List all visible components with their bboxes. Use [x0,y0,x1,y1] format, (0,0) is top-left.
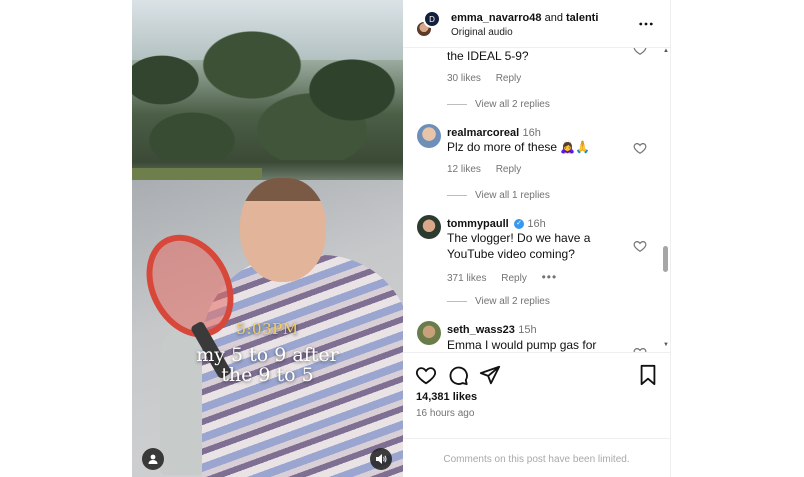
scroll-down-arrow-icon[interactable]: ▼ [662,342,670,348]
comments-limited-notice: Comments on this post have been limited. [403,438,670,477]
paper-plane-icon [479,365,501,385]
view-replies-link[interactable]: View all 2 replies [447,296,550,307]
video-caption-line-1: my 5 to 9 after [196,344,339,366]
heart-icon [633,241,647,252]
comment-text: Emma I would pump gas for [447,338,597,352]
comment-time: 15h [518,324,537,336]
avatar-realmarcoreal[interactable] [417,124,441,148]
comment-username[interactable]: realmarcoreal [447,127,519,139]
avatar-seth-wass23[interactable] [417,321,441,345]
comment-likes[interactable]: 371 likes [447,273,486,284]
avatar-tommypaull[interactable] [417,215,441,239]
comment-meta: 30 likes Reply [447,73,533,84]
comment-header: seth_wass23 15h [447,321,537,338]
replies-dash [447,104,467,105]
comment-like-button[interactable] [633,48,647,56]
comment-like-button[interactable] [633,239,647,253]
audio-toggle-button[interactable] [370,448,392,470]
avatar-talenti[interactable]: D [423,10,441,28]
view-replies-link[interactable]: View all 1 replies [447,190,550,201]
comment-reply-link[interactable]: Reply [496,164,522,175]
audio-link[interactable]: Original audio [451,27,513,38]
post-timestamp[interactable]: 16 hours ago [416,408,474,419]
view-replies-label: View all 1 replies [475,190,550,201]
comments-list[interactable]: the IDEAL 5-9? 30 likes Reply View all 2… [403,48,670,352]
author-and: and [544,12,563,24]
comment-button[interactable] [447,364,469,386]
heart-icon [633,143,647,154]
comment-username[interactable]: seth_wass23 [447,324,515,336]
speaker-icon [376,454,387,464]
verified-badge-icon: ✓ [514,218,525,229]
video-person-face [240,178,326,282]
person-icon [148,454,158,464]
replies-dash [447,301,467,302]
video-trees [132,20,403,160]
comment-text: Plz do more of these 🙇‍♀️🙏 [447,140,591,154]
video-caption-time: 5:03PM [236,320,299,338]
like-button[interactable] [415,364,437,386]
collaborator-username[interactable]: talenti [566,12,598,24]
comment-text-line-2: YouTube video coming? [447,247,575,261]
author-username[interactable]: emma_navarro48 [451,12,542,24]
comment-likes[interactable]: 12 likes [447,164,481,175]
comment-likes[interactable]: 30 likes [447,73,481,84]
scroll-thumb[interactable] [663,246,668,272]
replies-dash [447,195,467,196]
comment-meta: 371 likes Reply ••• [447,270,569,284]
comment-reply-link[interactable]: Reply [496,73,522,84]
more-dots-icon [639,22,653,26]
comment-text-line-1: The vlogger! Do we have a [447,231,591,245]
comment-text: the IDEAL 5-9? [447,49,529,63]
view-replies-link[interactable]: View all 2 replies [447,99,550,110]
comments-scrollbar[interactable]: ▲ ▼ [662,48,670,352]
more-options-button[interactable] [636,14,656,34]
scroll-up-arrow-icon[interactable]: ▲ [662,48,670,54]
post-likes-count[interactable]: 14,381 likes [416,391,477,403]
comment-time: 16h [522,127,541,139]
comment-meta: 12 likes Reply [447,164,533,175]
comment-more-button[interactable]: ••• [542,270,558,284]
comment-like-button[interactable] [633,141,647,155]
post-actions: 14,381 likes 16 hours ago [403,352,670,438]
share-button[interactable] [479,364,501,386]
comment-bubble-icon [449,366,468,386]
heart-icon [415,367,437,385]
video-caption-line-2: the 9 to 5 [221,364,314,386]
comment-username[interactable]: tommypaull [447,218,509,230]
collab-avatars[interactable]: D [415,10,443,38]
comment-time: 16h [527,218,546,230]
heart-icon [633,48,647,55]
avatar-letter: D [429,14,435,24]
post-side-panel: D emma_navarro48 and talenti Original au… [403,0,671,477]
view-replies-label: View all 2 replies [475,296,550,307]
bookmark-icon [640,364,656,386]
tagged-users-button[interactable] [142,448,164,470]
post-header: D emma_navarro48 and talenti Original au… [403,0,670,48]
view-replies-label: View all 2 replies [475,99,550,110]
post-authors: emma_navarro48 and talenti [451,12,598,24]
reel-video[interactable]: 5:03PM my 5 to 9 after the 9 to 5 [132,0,403,477]
save-button[interactable] [637,364,659,386]
comment-reply-link[interactable]: Reply [501,273,527,284]
